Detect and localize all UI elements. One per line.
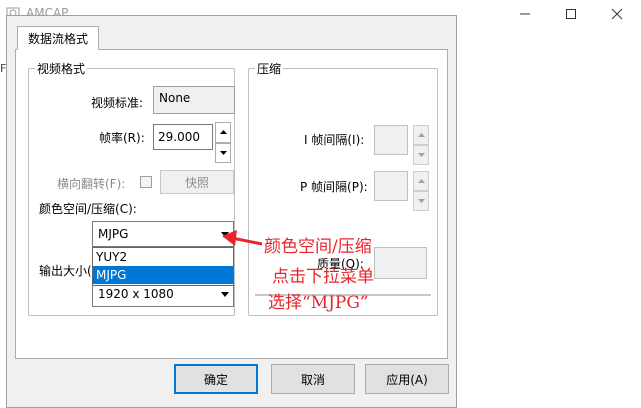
annotation-arrow bbox=[222, 230, 263, 246]
annotation-line-3: 选择“MJPG” bbox=[268, 293, 369, 313]
annotation-line-1: 颜色空间/压缩 bbox=[264, 237, 372, 257]
annotation-line-2: 点击下拉菜单 bbox=[272, 267, 374, 287]
